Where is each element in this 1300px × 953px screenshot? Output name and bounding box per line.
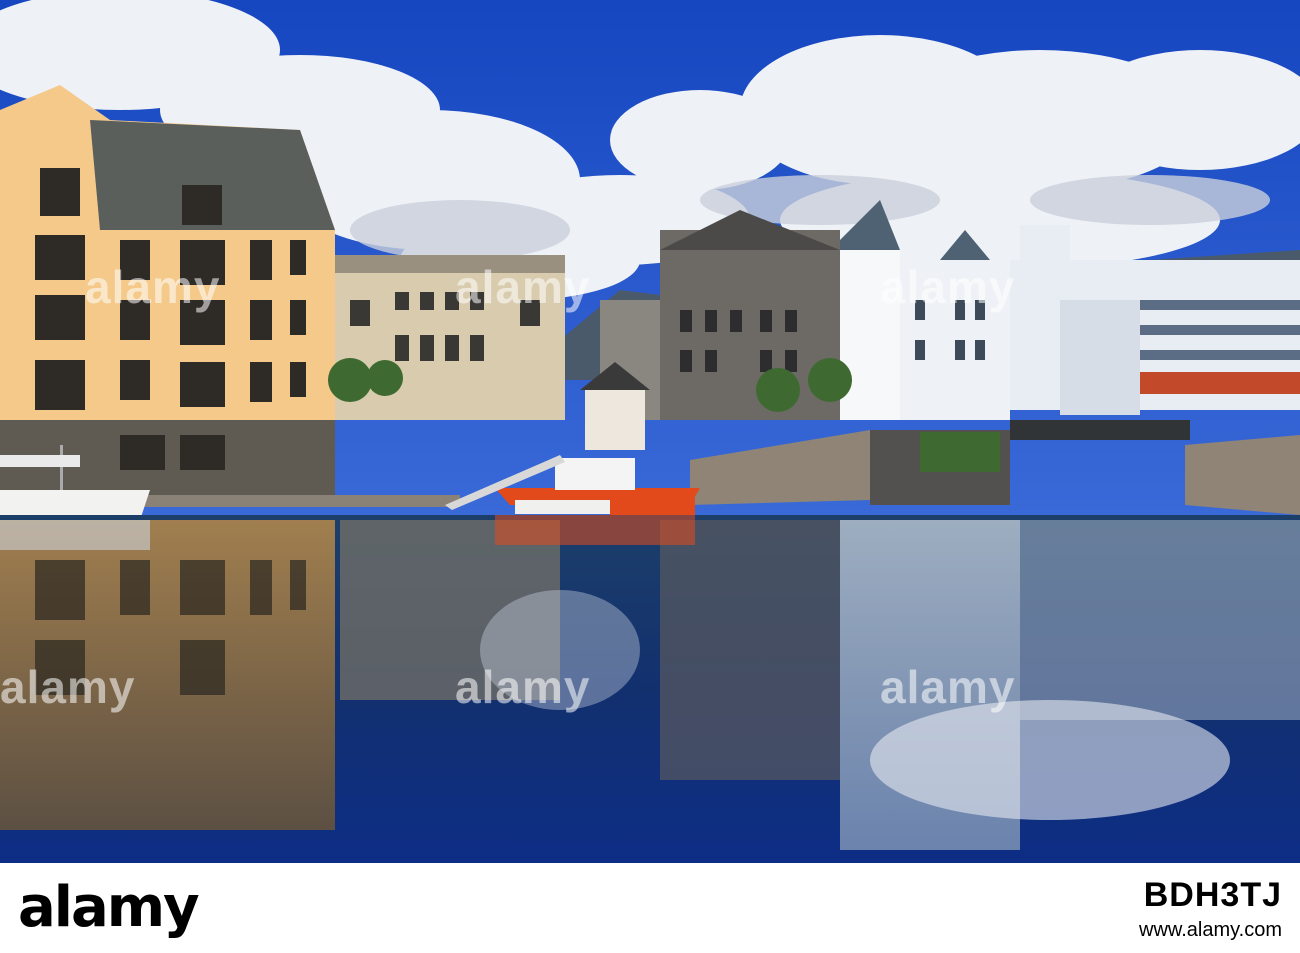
caption-block: BDH3TJ www.alamy.com [1139,875,1282,945]
alamy-logo[interactable]: alamy [18,875,200,941]
footer-bar: alamy BDH3TJ www.alamy.com [0,863,1300,953]
photo-illustration [0,0,1300,863]
harbour-photo: alamy alamy alamy alamy alamy alamy [0,0,1300,863]
image-id: BDH3TJ [1143,876,1282,914]
site-url[interactable]: www.alamy.com [1139,915,1282,945]
